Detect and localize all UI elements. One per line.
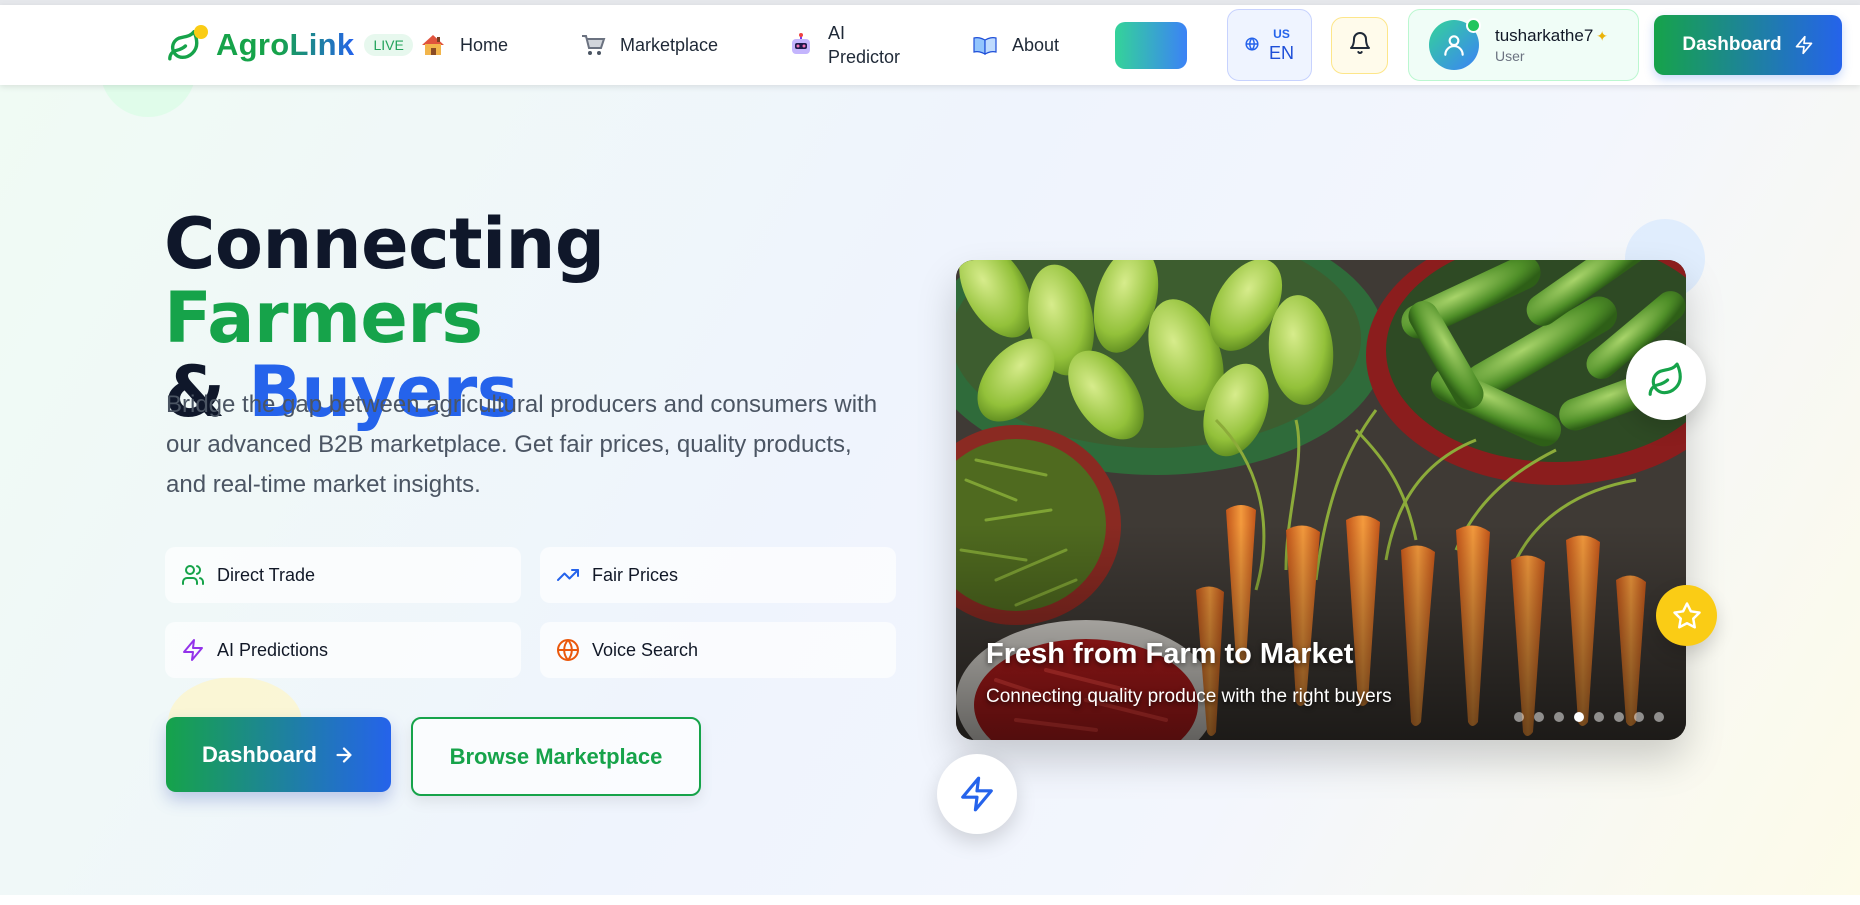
hero-dashboard-label: Dashboard	[202, 741, 317, 767]
feature-label: Fair Prices	[592, 564, 679, 585]
globe-icon	[1245, 36, 1259, 54]
user-role: User	[1495, 48, 1525, 64]
feature-label: AI Predictions	[217, 639, 329, 660]
browse-marketplace-button[interactable]: Browse Marketplace	[411, 717, 701, 796]
bell-icon	[1348, 31, 1372, 60]
logo-accent-dot	[194, 25, 208, 39]
top-navbar: AgroLink LIVE Home Marketplace AI Predic…	[0, 5, 1860, 85]
nav-marketplace[interactable]: Marketplace	[580, 5, 718, 85]
sparkle-icon: ✦	[1596, 28, 1609, 44]
zap-icon	[961, 776, 993, 812]
hero-section: Connecting Farmers & Buyers Bridge the ga…	[0, 85, 1860, 895]
feature-label: Direct Trade	[217, 564, 316, 585]
carousel-title: Fresh from Farm to Market	[986, 638, 1354, 670]
feature-ai-predictions: AI Predictions	[165, 622, 521, 678]
leaf-icon	[1648, 362, 1682, 396]
avatar	[1429, 18, 1481, 70]
online-status-dot	[1466, 18, 1481, 33]
zap-icon	[1795, 35, 1812, 55]
carousel-dot[interactable]	[1514, 712, 1524, 722]
leaf-logo-icon	[164, 23, 208, 67]
star-icon	[1672, 601, 1701, 629]
shopping-cart-icon	[580, 32, 606, 58]
headline-highlight-farmers: Farmers	[164, 277, 483, 359]
floating-star-badge	[1656, 585, 1717, 646]
carousel-dot[interactable]	[1554, 712, 1564, 722]
language-country: US	[1273, 26, 1290, 41]
user-name: tusharkathe7	[1495, 26, 1594, 45]
gradient-pill-button[interactable]	[1115, 22, 1187, 69]
hero-dashboard-button[interactable]: Dashboard	[166, 717, 391, 792]
brand-logo[interactable]: AgroLink LIVE	[164, 21, 413, 69]
carousel-dot[interactable]	[1594, 712, 1604, 722]
carousel-dot[interactable]	[1654, 712, 1664, 722]
robot-icon	[788, 32, 814, 58]
carousel-indicators	[1514, 712, 1664, 722]
language-code: EN	[1268, 42, 1294, 63]
carousel-dot[interactable]	[1634, 712, 1644, 722]
nav-about-label: About	[1012, 34, 1060, 55]
carousel-dot[interactable]	[1574, 712, 1584, 722]
users-icon	[182, 565, 204, 585]
nav-ai-predictor-label: AI Predictor	[828, 23, 901, 67]
feature-label: Voice Search	[592, 639, 699, 660]
feature-fair-prices: Fair Prices	[540, 547, 896, 603]
brand-name: AgroLink	[216, 27, 355, 62]
feature-direct-trade: Direct Trade	[165, 547, 521, 603]
floating-leaf-badge	[1626, 340, 1706, 420]
navbar-dashboard-button[interactable]: Dashboard	[1654, 15, 1842, 75]
nav-ai-predictor[interactable]: AI Predictor	[788, 5, 918, 85]
house-icon	[420, 32, 446, 58]
trending-up-icon	[557, 569, 579, 581]
carousel-subtitle: Connecting quality produce with the righ…	[986, 686, 1392, 707]
open-book-icon	[972, 32, 998, 58]
language-selector[interactable]: US EN	[1227, 9, 1312, 81]
user-profile-chip[interactable]: tusharkathe7 ✦ User	[1408, 9, 1639, 81]
carousel-dot[interactable]	[1534, 712, 1544, 722]
user-icon	[1444, 35, 1464, 56]
hero-description: Bridge the gap between agricultural prod…	[166, 391, 878, 498]
notifications-button[interactable]	[1331, 17, 1388, 74]
nav-about[interactable]: About	[972, 5, 1059, 85]
arrow-right-icon	[336, 746, 352, 763]
nav-home[interactable]: Home	[420, 5, 508, 85]
feature-voice-search: Voice Search	[540, 622, 896, 678]
globe-icon	[557, 639, 579, 661]
carousel-dot[interactable]	[1614, 712, 1624, 722]
nav-marketplace-label: Marketplace	[620, 34, 719, 55]
zap-icon	[183, 639, 203, 661]
navbar-dashboard-label: Dashboard	[1682, 34, 1782, 55]
floating-bolt-badge	[937, 754, 1017, 834]
nav-home-label: Home	[460, 34, 509, 55]
produce-image-carousel[interactable]: Fresh from Farm to Market Connecting qua…	[956, 260, 1686, 740]
live-badge: LIVE	[364, 34, 413, 56]
decorative-blob	[100, 85, 196, 117]
